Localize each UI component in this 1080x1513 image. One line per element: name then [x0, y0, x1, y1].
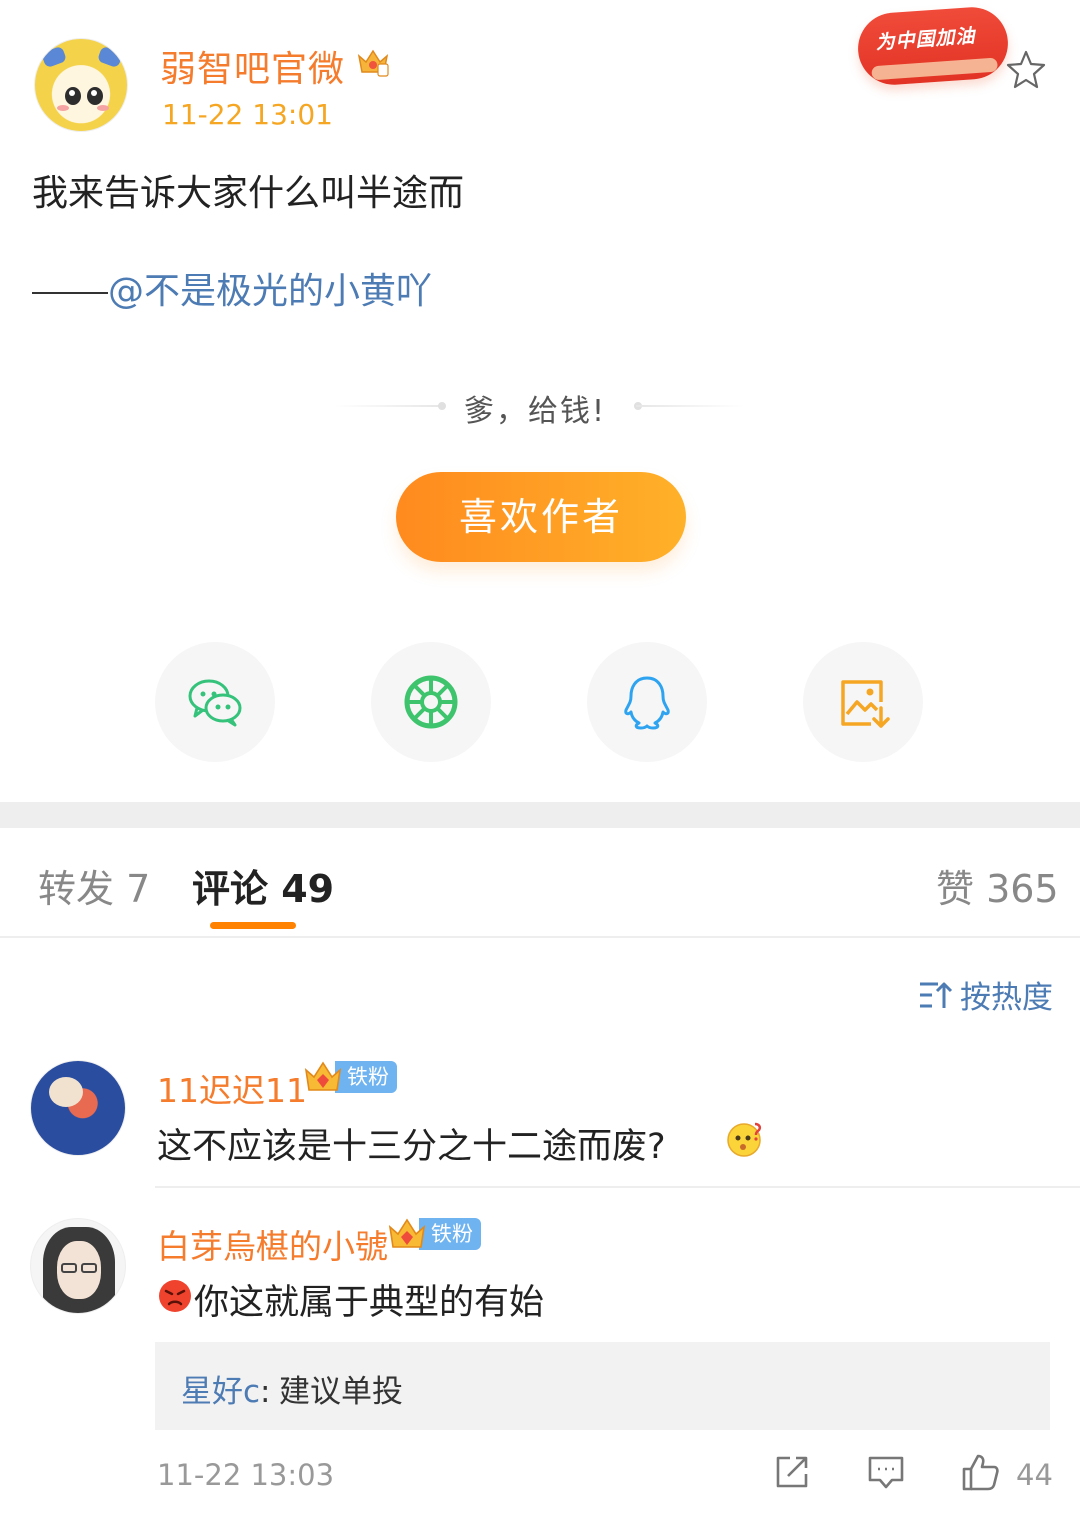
comment-time: 11-22 13:03	[157, 1458, 335, 1492]
favorite-star-icon[interactable]	[1004, 48, 1048, 92]
reward-divider	[334, 405, 442, 407]
moments-icon	[404, 675, 458, 729]
sort-icon	[920, 982, 953, 1008]
post-header: 弱智吧官微 11-22 13:01 为中国加油	[0, 0, 1080, 140]
like-author-button[interactable]: 喜欢作者	[396, 472, 686, 562]
sort-by-hot-button[interactable]: 按热度	[918, 972, 1053, 1017]
comment-avatar[interactable]	[30, 1060, 126, 1156]
section-divider	[0, 802, 1080, 828]
save-image-button[interactable]	[803, 642, 923, 762]
fan-crown-icon	[304, 1061, 342, 1091]
fan-badge-label: 铁粉	[419, 1218, 481, 1250]
author-avatar[interactable]	[34, 38, 128, 132]
angry-emoji-icon	[159, 1280, 191, 1312]
thumbs-up-icon[interactable]	[960, 1452, 1000, 1492]
vip-crown-icon	[357, 49, 389, 77]
avatar-eye	[65, 87, 81, 105]
fan-crown-icon	[388, 1218, 426, 1248]
post-time: 11-22 13:01	[162, 98, 333, 131]
cheer-badge-label: 为中国加油	[874, 25, 977, 54]
tabs-divider	[0, 936, 1080, 938]
avatar-glasses	[81, 1263, 97, 1273]
comment-text: 你这就属于典型的有始	[194, 1283, 545, 1323]
avatar-blush	[57, 105, 69, 111]
wechat-icon	[188, 679, 242, 727]
reply-author[interactable]: 星好c:	[181, 1366, 271, 1411]
share-wechat-button[interactable]	[155, 642, 275, 762]
post-text: 我来告诉大家什么叫半途而	[32, 173, 465, 214]
comment-like-count: 44	[1016, 1458, 1053, 1492]
avatar-bow	[40, 45, 68, 69]
avatar-bow	[96, 45, 124, 69]
share-qq-button[interactable]	[587, 642, 707, 762]
qq-icon	[624, 676, 670, 730]
active-tab-indicator	[210, 922, 296, 929]
fan-badge-label: 铁粉	[335, 1061, 397, 1093]
tab-likes[interactable]: 赞 365	[936, 858, 1059, 913]
fan-badge[interactable]: 铁粉	[387, 1217, 481, 1251]
reward-prompt: 爹，给钱!	[464, 394, 607, 429]
avatar-glasses	[61, 1263, 77, 1273]
comment-avatar[interactable]	[30, 1218, 126, 1314]
avatar-eye	[87, 87, 103, 105]
fan-badge[interactable]: 铁粉	[303, 1060, 397, 1094]
reply-author-name[interactable]: 星好c	[181, 1374, 260, 1410]
reply-icon[interactable]	[866, 1452, 906, 1492]
author-name[interactable]: 弱智吧官微	[160, 40, 345, 92]
save-image-icon	[841, 680, 890, 728]
reward-row: 爹，给钱!	[0, 386, 1080, 429]
tab-comments[interactable]: 评论 49	[192, 858, 334, 913]
reward-divider	[636, 405, 744, 407]
credit-mention-link[interactable]: @不是极光的小黄吖	[108, 271, 432, 312]
comment-text: 这不应该是十三分之十二途而废?	[157, 1127, 666, 1167]
reward-dot	[438, 402, 446, 410]
share-moments-button[interactable]	[371, 642, 491, 762]
post-credit: @不是极光的小黄吖	[32, 262, 432, 314]
comment-author[interactable]: 11迟迟11	[157, 1064, 307, 1112]
repost-icon[interactable]	[772, 1452, 812, 1492]
reply-text: 建议单投	[279, 1374, 403, 1410]
comment-divider	[155, 1186, 1080, 1188]
thinking-emoji-icon	[727, 1122, 762, 1157]
credit-dash	[32, 292, 108, 294]
comment-author[interactable]: 白芽烏椹的小號	[157, 1220, 388, 1268]
cheer-badge[interactable]: 为中国加油	[855, 4, 1011, 88]
tab-repost[interactable]: 转发 7	[38, 858, 150, 913]
sort-label: 按热度	[960, 980, 1053, 1016]
reply-preview[interactable]: 星好c: 建议单投	[155, 1342, 1050, 1430]
reply-separator: :	[260, 1374, 271, 1410]
avatar-blush	[97, 105, 109, 111]
